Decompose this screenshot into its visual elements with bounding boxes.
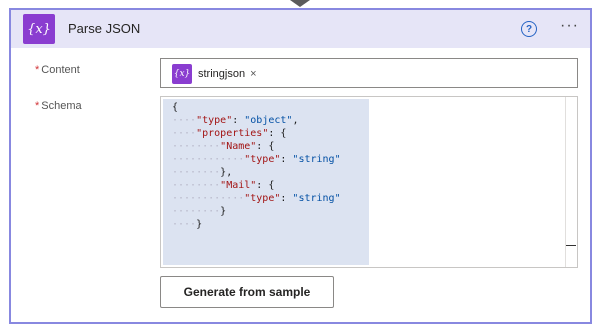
code-line: ········}, bbox=[172, 167, 233, 178]
content-label: * Content bbox=[35, 64, 80, 76]
required-marker: * bbox=[35, 64, 40, 76]
action-title: Parse JSON bbox=[68, 21, 141, 36]
generate-from-sample-button[interactable]: Generate from sample bbox=[160, 276, 334, 308]
code-line: ····"properties": { bbox=[172, 128, 287, 139]
code-line: ············"type": "string" bbox=[172, 193, 341, 204]
token-label: stringjson bbox=[198, 68, 246, 80]
schema-editor[interactable]: { ····"type": "object", ····"properties": … bbox=[160, 96, 578, 268]
required-marker: * bbox=[35, 100, 40, 112]
parse-json-action-card: {𝑥} Parse JSON ? ··· * Content {𝑥} string… bbox=[9, 8, 592, 324]
scroll-thumb[interactable] bbox=[566, 245, 576, 246]
scrollbar[interactable] bbox=[565, 97, 577, 267]
code-line: ········"Name": { bbox=[172, 141, 275, 152]
content-input[interactable]: {𝑥} stringjson × bbox=[160, 58, 578, 88]
more-options-icon[interactable]: ··· bbox=[560, 17, 579, 35]
code-line: ············"type": "string" bbox=[172, 154, 341, 165]
code-line: { bbox=[172, 102, 179, 113]
code-line: ····"type": "object", bbox=[172, 115, 299, 126]
dynamic-content-token[interactable]: {𝑥} stringjson × bbox=[172, 64, 257, 84]
schema-code[interactable]: { ····"type": "object", ····"properties": … bbox=[172, 101, 341, 231]
code-line: ········"Mail": { bbox=[172, 180, 275, 191]
code-line: ····} bbox=[172, 219, 203, 230]
variable-icon: {𝑥} bbox=[172, 64, 192, 84]
help-icon[interactable]: ? bbox=[521, 21, 537, 37]
connector-arrow bbox=[290, 0, 310, 7]
action-header[interactable]: {𝑥} Parse JSON ? ··· bbox=[11, 10, 590, 48]
content-label-text: Content bbox=[41, 64, 80, 76]
code-line: ········} bbox=[172, 206, 227, 217]
variable-icon: {𝑥} bbox=[23, 14, 55, 44]
schema-label: * Schema bbox=[35, 100, 82, 112]
schema-label-text: Schema bbox=[41, 100, 82, 112]
remove-token-icon[interactable]: × bbox=[250, 68, 256, 80]
